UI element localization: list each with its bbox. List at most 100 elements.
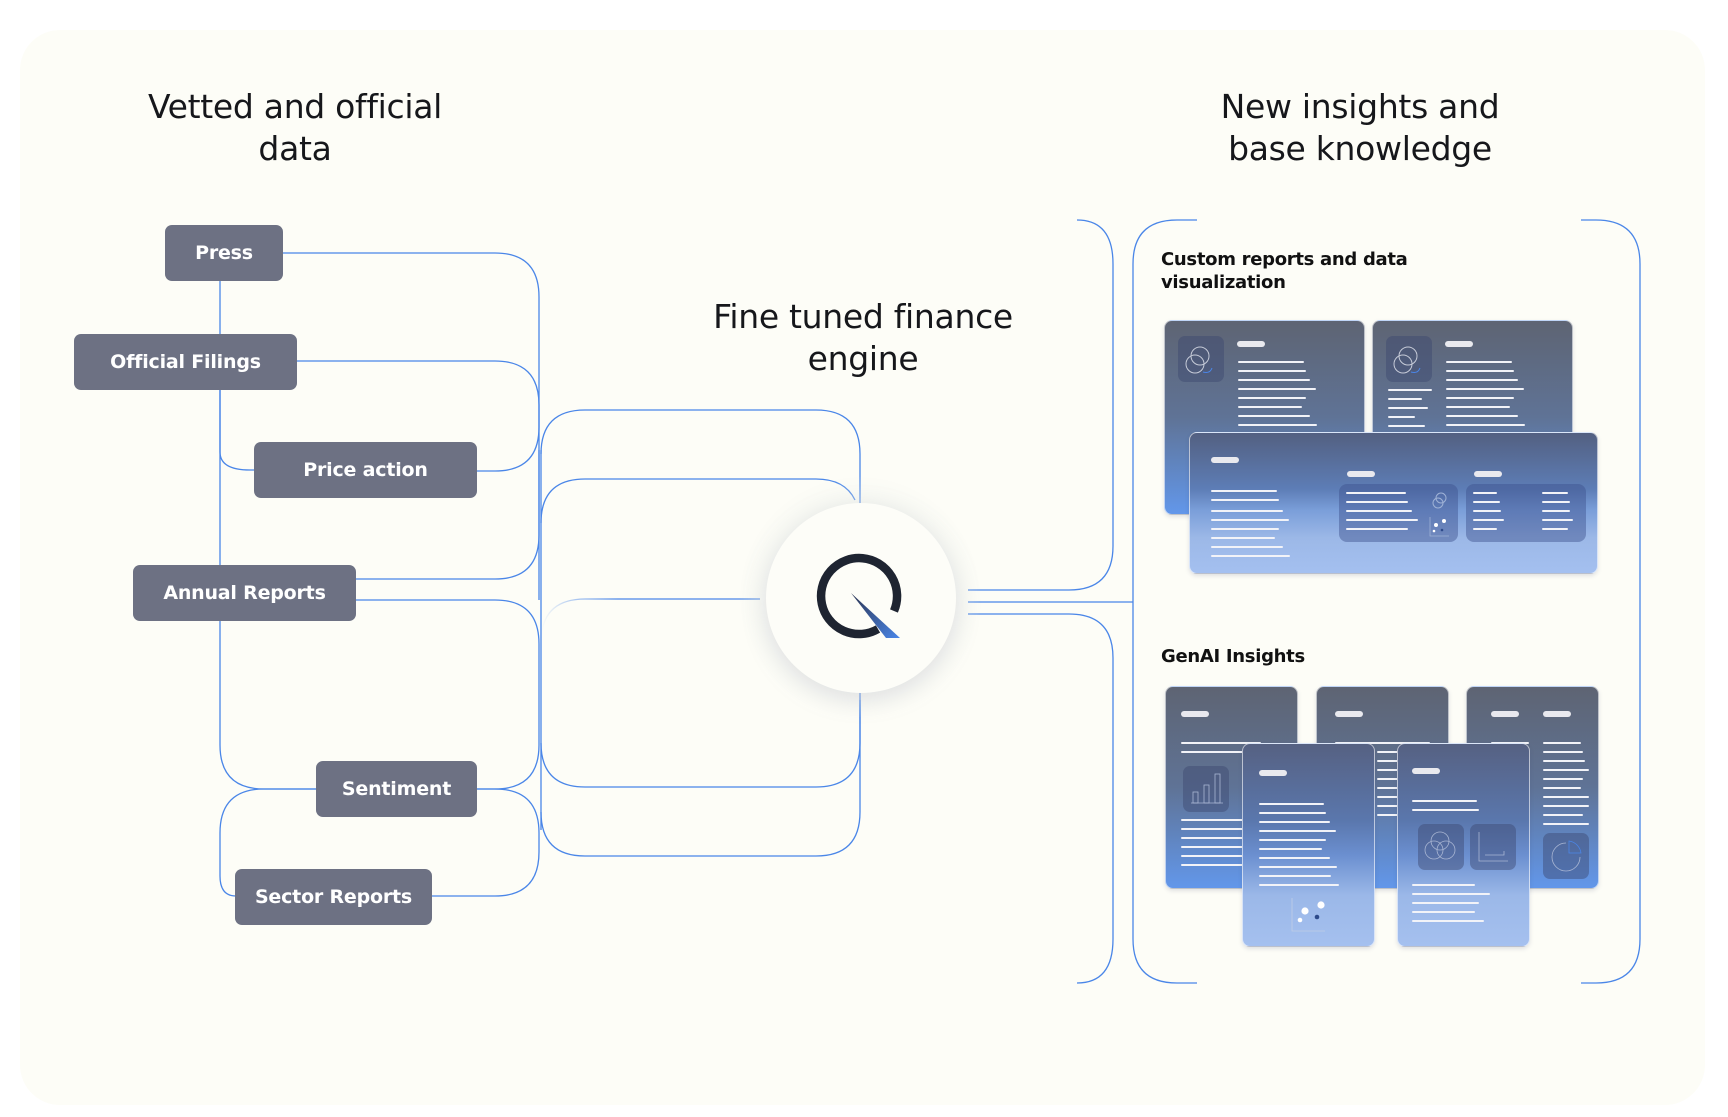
doc-line: [1388, 425, 1425, 427]
q-logo-icon: [816, 553, 902, 639]
doc-pill: [1347, 471, 1375, 477]
line-chart-icon: [1470, 824, 1516, 870]
source-node-sector-reports[interactable]: Sector Reports: [235, 869, 432, 925]
doc-line: [1238, 397, 1306, 399]
sources-heading-line-1: Vetted and official: [147, 87, 443, 126]
doc-line: [1473, 510, 1501, 512]
venn-icon: [1178, 336, 1224, 382]
doc-pill: [1412, 768, 1440, 774]
doc-line: [1446, 388, 1524, 390]
doc-line: [1238, 388, 1316, 390]
source-node-sentiment[interactable]: Sentiment: [316, 761, 477, 817]
doc-line: [1412, 893, 1490, 895]
venn-icon: [1418, 824, 1464, 870]
doc-line: [1412, 884, 1475, 886]
doc-line: [1211, 537, 1275, 539]
source-node-label: Annual Reports: [163, 582, 326, 604]
doc-line: [1543, 787, 1581, 789]
sources-heading-line-2: data: [258, 129, 332, 168]
doc-line: [1211, 555, 1290, 557]
doc-line: [1543, 796, 1589, 798]
doc-pill: [1474, 471, 1502, 477]
doc-line: [1259, 866, 1337, 868]
doc-line: [1473, 492, 1497, 494]
doc-line: [1238, 406, 1302, 408]
source-node-label: Sentiment: [341, 778, 452, 800]
venn-icon: [1432, 492, 1447, 509]
sources-heading: Vetted and official data: [130, 86, 460, 170]
doc-pill: [1335, 711, 1363, 717]
venn-icon: [1386, 336, 1432, 382]
doc-line: [1446, 379, 1518, 381]
doc-line: [1259, 830, 1336, 832]
doc-line: [1259, 875, 1331, 877]
doc-line: [1238, 361, 1304, 363]
doc-line: [1238, 379, 1310, 381]
source-node-label: Official Filings: [110, 351, 261, 373]
output-label-genai-insights: GenAI Insights: [1161, 645, 1305, 668]
doc-line: [1388, 407, 1428, 409]
dashboard-widget-2: [1466, 484, 1586, 542]
doc-line: [1543, 823, 1589, 825]
engine-heading: Fine tuned finance engine: [700, 296, 1026, 380]
doc-line: [1473, 501, 1500, 503]
doc-pill: [1211, 457, 1239, 463]
doc-line: [1412, 902, 1479, 904]
doc-line: [1388, 398, 1422, 400]
doc-line: [1259, 857, 1330, 859]
doc-line: [1412, 809, 1479, 811]
doc-line: [1211, 546, 1283, 548]
doc-line: [1446, 370, 1514, 372]
doc-line: [1542, 501, 1570, 503]
doc-line: [1543, 769, 1589, 771]
bar-chart-icon: [1183, 766, 1229, 812]
doc-line: [1543, 751, 1583, 753]
doc-line: [1388, 416, 1415, 418]
doc-pill: [1543, 711, 1571, 717]
doc-line: [1259, 839, 1326, 841]
scatter-icon: [1429, 517, 1449, 537]
doc-line: [1542, 492, 1568, 494]
doc-line: [1543, 760, 1585, 762]
doc-line: [1346, 528, 1408, 530]
insight-mockup-4: [1242, 743, 1375, 947]
source-node-price-action[interactable]: Price action: [254, 442, 477, 498]
engine-hub[interactable]: [766, 503, 956, 693]
output-label-line: visualization: [1161, 272, 1286, 293]
scatter-plot-icon: [1291, 898, 1325, 932]
doc-line: [1543, 805, 1589, 807]
doc-line: [1446, 415, 1518, 417]
doc-line: [1542, 519, 1573, 521]
source-node-label: Price action: [303, 459, 428, 481]
doc-line: [1542, 528, 1568, 530]
doc-line: [1446, 397, 1514, 399]
engine-heading-line-1: Fine tuned finance: [713, 297, 1013, 336]
doc-line: [1259, 821, 1330, 823]
doc-line: [1259, 812, 1326, 814]
doc-line: [1412, 800, 1477, 802]
source-node-press[interactable]: Press: [165, 225, 283, 281]
doc-line: [1412, 911, 1475, 913]
doc-line: [1388, 389, 1432, 391]
source-node-annual-reports[interactable]: Annual Reports: [133, 565, 356, 621]
doc-line: [1446, 406, 1510, 408]
doc-line: [1238, 370, 1306, 372]
doc-line: [1238, 415, 1310, 417]
doc-line: [1259, 803, 1324, 805]
doc-line: [1473, 528, 1497, 530]
output-label-line: Custom reports and data: [1161, 249, 1408, 270]
doc-line: [1473, 519, 1504, 521]
doc-pill: [1181, 711, 1209, 717]
doc-line: [1211, 499, 1279, 501]
doc-line: [1412, 920, 1484, 922]
source-node-official-filings[interactable]: Official Filings: [74, 334, 297, 390]
doc-line: [1543, 814, 1583, 816]
source-node-label: Press: [195, 242, 253, 264]
source-node-label: Sector Reports: [254, 886, 413, 908]
outputs-heading-line-2: base knowledge: [1228, 129, 1492, 168]
doc-line: [1446, 424, 1525, 426]
doc-pill: [1237, 341, 1265, 347]
outputs-heading-line-1: New insights and: [1220, 87, 1500, 126]
engine-heading-line-2: engine: [807, 339, 919, 378]
doc-line: [1446, 361, 1512, 363]
